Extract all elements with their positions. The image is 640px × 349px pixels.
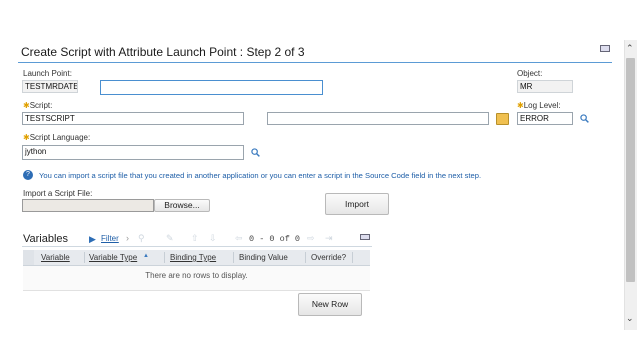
required-indicator: ✱	[23, 133, 30, 142]
row-select-header	[23, 250, 34, 265]
filter-link[interactable]: Filter	[101, 234, 119, 243]
script-label-text: Script:	[29, 101, 53, 110]
script-language-label: ✱Script Language:	[23, 133, 90, 142]
dialog-title: Create Script with Attribute Launch Poin…	[21, 45, 305, 59]
script-label: ✱Script:	[23, 101, 52, 110]
script-field[interactable]: TESTSCRIPT	[22, 112, 244, 125]
search-icon: ⚲	[138, 233, 145, 243]
filter-icon[interactable]: ▶	[89, 234, 96, 245]
table-minimize-icon[interactable]	[360, 234, 370, 240]
log-level-lookup-icon[interactable]	[580, 114, 589, 123]
column-header-binding-type[interactable]: Binding Type	[170, 253, 216, 262]
variables-section-rule	[22, 246, 372, 247]
column-divider	[305, 252, 306, 263]
chevron-right-icon: ›	[126, 233, 129, 243]
page-top-band	[0, 0, 640, 40]
log-level-field[interactable]: ERROR	[517, 112, 573, 125]
scroll-up-icon[interactable]: ⌃	[626, 43, 634, 54]
column-divider	[164, 252, 165, 263]
launch-point-label: Launch Point:	[23, 69, 72, 78]
scroll-down-icon[interactable]: ⌄	[626, 313, 634, 324]
import-button[interactable]: Import	[325, 193, 389, 215]
script-language-lookup-icon[interactable]	[251, 148, 260, 157]
sort-ascending-icon: ▲	[143, 253, 149, 259]
import-file-label: Import a Script File:	[23, 189, 93, 198]
clear-filter-icon: ✎	[166, 233, 174, 243]
pagination-text: 0 - 0 of 0	[249, 234, 301, 244]
script-description-field[interactable]	[267, 112, 489, 125]
variables-title: Variables	[23, 233, 69, 245]
info-text: You can import a script file that you cr…	[39, 171, 482, 180]
arrow-down-icon: ⇩	[209, 233, 217, 243]
title-divider	[18, 62, 612, 63]
new-row-button[interactable]: New Row	[298, 293, 362, 316]
script-language-field[interactable]: jython	[22, 145, 244, 160]
info-icon: ?	[23, 170, 33, 180]
column-header-override: Override?	[311, 253, 347, 262]
arrow-up-icon: ⇧	[191, 233, 199, 243]
previous-page-icon: ⇦	[235, 233, 243, 243]
log-level-label: ✱Log Level:	[517, 101, 561, 110]
browse-button[interactable]: Browse...	[154, 199, 210, 212]
launch-point-description-field[interactable]	[100, 80, 323, 95]
object-label: Object:	[517, 69, 543, 78]
log-level-label-text: Log Level:	[523, 101, 561, 110]
object-field: MR	[517, 80, 573, 93]
column-header-binding-value: Binding Value	[239, 253, 288, 262]
launch-point-field: TESTMRDATE	[22, 80, 78, 93]
required-indicator: ✱	[517, 101, 524, 110]
column-divider	[233, 252, 234, 263]
minimize-icon[interactable]	[600, 45, 610, 52]
column-header-variable[interactable]: Variable	[41, 253, 70, 262]
download-icon: ⇥	[325, 233, 333, 243]
next-page-icon: ⇨	[307, 233, 315, 243]
script-language-label-text: Script Language:	[29, 133, 91, 142]
new-script-icon[interactable]	[496, 113, 509, 125]
required-indicator: ✱	[23, 101, 30, 110]
column-divider	[84, 252, 85, 263]
column-divider	[352, 252, 353, 263]
empty-table-message: There are no rows to display.	[145, 271, 248, 280]
scrollbar-thumb[interactable]	[626, 58, 635, 282]
column-header-variable-type[interactable]: Variable Type	[89, 253, 137, 262]
import-file-path-field[interactable]	[22, 199, 154, 212]
